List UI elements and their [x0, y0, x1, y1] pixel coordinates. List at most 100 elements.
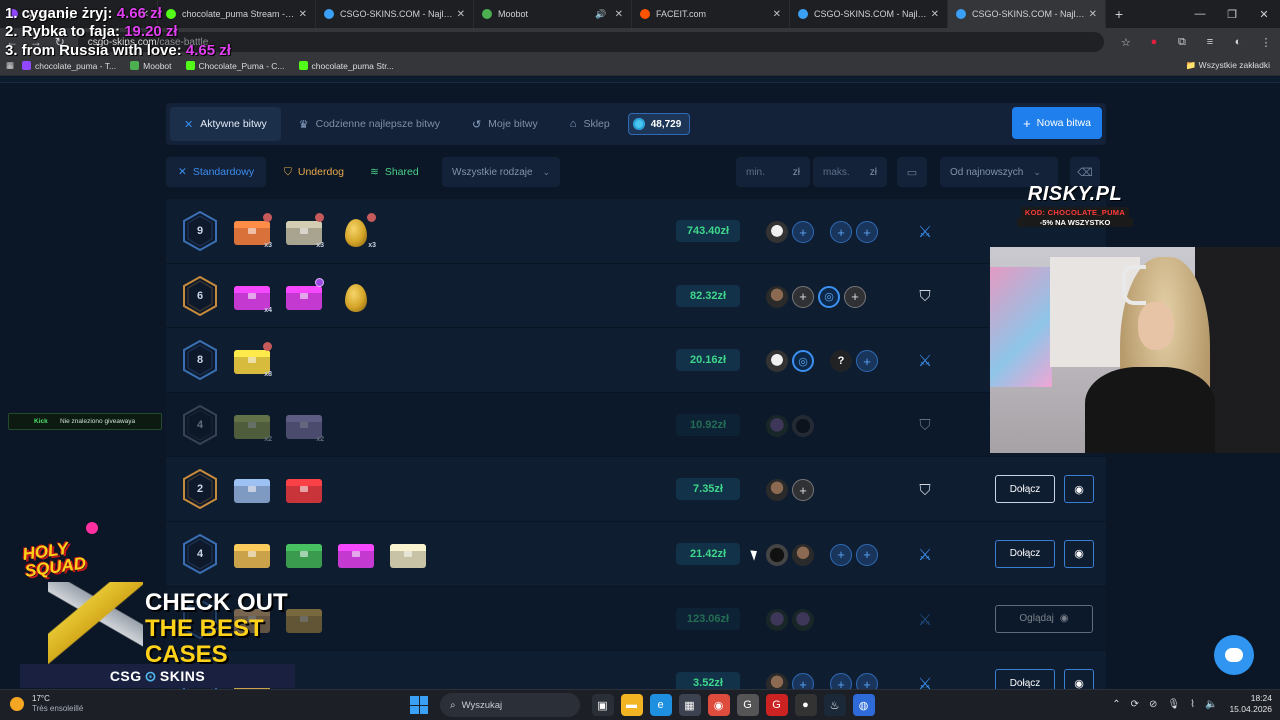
chrome-profile-3-icon[interactable]: G	[765, 694, 788, 716]
swords-mode-icon: ⚔	[917, 224, 933, 241]
bookmark-favicon-icon	[22, 61, 32, 70]
close-tab-icon[interactable]: ✕	[931, 9, 939, 20]
url-field[interactable]: csgo-skins.com/case-battle	[77, 32, 1104, 52]
mic-icon[interactable]: 🎙	[1167, 699, 1180, 710]
browser-tab[interactable]: chocolate_puma Stream - Watc ✕	[158, 0, 316, 28]
all-bookmarks[interactable]: 📁 Wszystkie zakładki	[1186, 60, 1270, 71]
extension-icon[interactable]: ●	[1140, 36, 1168, 49]
puzzle-icon[interactable]: ⧉	[1168, 36, 1196, 49]
bookmark-item[interactable]: Chocolate_Puma - C...	[185, 61, 285, 71]
close-tab-icon[interactable]: ✕	[299, 9, 307, 20]
restore-icon[interactable]: ❐	[1216, 8, 1248, 21]
close-tab-icon[interactable]: ✕	[615, 9, 623, 20]
taskbar-search[interactable]: ⌕ Wyszukaj	[440, 693, 580, 717]
filter-underdog[interactable]: ⛉ Underdog	[272, 157, 356, 187]
bot-slot-icon: ◎	[818, 285, 840, 308]
chrome-icon[interactable]: ◉	[707, 694, 730, 716]
tab-my-battles[interactable]: ↺ Moje bitwy	[458, 107, 552, 141]
app-icon[interactable]: ◍	[852, 694, 875, 716]
case-lid	[338, 543, 374, 551]
spectate-button[interactable]: ◉	[1064, 669, 1094, 689]
minimize-icon[interactable]: —	[1184, 8, 1216, 20]
close-tab-icon[interactable]: ✕	[773, 9, 781, 20]
weather-widget[interactable]: 17°C Très ensoleillé	[10, 694, 83, 714]
new-battle-button[interactable]: + Nowa bitwa	[1012, 107, 1102, 139]
clock[interactable]: 18:24 15.04.2026	[1229, 693, 1272, 715]
bookmark-item[interactable]: chocolate_puma Str...	[298, 61, 394, 71]
speaker-icon[interactable]: 🔊	[595, 9, 606, 20]
case-list	[232, 471, 336, 509]
min-price-field[interactable]: min. zł	[736, 157, 810, 187]
tray-chevron-icon[interactable]: ⌃	[1112, 699, 1120, 710]
browser-tab[interactable]: CSGO-SKINS.COM - Najlepsze ✕	[948, 0, 1106, 28]
tab-active-battles[interactable]: ✕ Aktywne bitwy	[170, 107, 281, 141]
edge-icon[interactable]: e	[649, 694, 672, 716]
join-slot-button[interactable]: +	[844, 285, 866, 308]
new-tab-icon[interactable]: +	[1106, 6, 1132, 22]
browser-tab[interactable]: CSGO-SKINS.COM - Najlepsze ✕	[316, 0, 474, 28]
case-badge-icon	[315, 213, 324, 222]
profile-icon[interactable]: ◐	[1224, 36, 1252, 49]
join-slot-button[interactable]: +	[830, 543, 852, 566]
join-slot-button[interactable]: +	[792, 285, 814, 308]
tab-daily-best-battles[interactable]: ♛ Codzienne najlepsze bitwy	[285, 107, 454, 141]
apps-icon[interactable]: ▦	[6, 60, 14, 71]
close-tab-icon[interactable]: ✕	[1089, 9, 1097, 20]
calendar-button[interactable]: ▭	[897, 157, 927, 187]
bookmark-star-icon[interactable]: ☆	[1112, 36, 1140, 49]
file-explorer-icon[interactable]: ▬	[620, 694, 643, 716]
case-list: x2 x2	[232, 407, 336, 445]
case-list: x4	[232, 277, 388, 316]
windows-start-icon[interactable]	[410, 696, 428, 714]
join-slot-button[interactable]: +	[856, 221, 878, 243]
browser-tab[interactable]: FACEIT.com ✕	[632, 0, 790, 28]
filter-shared[interactable]: ≋ Shared	[358, 157, 431, 187]
spectate-button[interactable]: ◉	[1064, 475, 1094, 504]
bookmark-item[interactable]: chocolate_puma - T...	[22, 61, 116, 71]
chrome-profile-2-icon[interactable]: G	[736, 694, 759, 716]
network-icon[interactable]: ⊘	[1149, 699, 1157, 710]
max-price-field[interactable]: maks. zł	[813, 157, 887, 187]
browser-tab[interactable]: CSGO-SKINS.COM - Najlepsze ✕	[790, 0, 948, 28]
join-slot-button[interactable]: +	[830, 221, 852, 243]
store-icon[interactable]: ▦	[678, 694, 701, 716]
join-slot-button[interactable]: +	[856, 543, 878, 566]
join-slot-button[interactable]: +	[792, 673, 814, 689]
obs-icon[interactable]: ●	[794, 694, 817, 716]
chat-support-button[interactable]	[1214, 635, 1254, 675]
join-button[interactable]: Dołącz	[995, 669, 1055, 689]
steam-icon[interactable]: ♨	[823, 694, 846, 716]
menu-dots-icon[interactable]: ⋮	[1252, 36, 1280, 49]
watch-label: Oglądaj	[1019, 613, 1054, 625]
balance-badge[interactable]: 48,729	[627, 113, 691, 135]
player-avatar	[766, 608, 788, 631]
tab-label: Moje bitwy	[488, 118, 538, 130]
join-slot-button[interactable]: +	[792, 221, 814, 243]
close-window-icon[interactable]: ✕	[1248, 8, 1280, 21]
tab-favicon-icon	[166, 9, 176, 19]
battle-row: 6 x4 82.32zł + ◎ + ⛉	[166, 263, 1106, 329]
task-view-icon[interactable]: ▣	[591, 694, 614, 716]
join-slot-button[interactable]: +	[792, 479, 814, 502]
bookmark-item[interactable]: Moobot	[130, 61, 172, 71]
join-slot-button[interactable]: +	[830, 673, 852, 689]
filter-standard[interactable]: ✕ Standardowy	[166, 157, 267, 187]
volume-icon[interactable]: 🔈	[1205, 699, 1217, 710]
watch-button[interactable]: Oglądaj ◉	[995, 604, 1093, 633]
spectate-button[interactable]: ◉	[1064, 539, 1094, 568]
join-button[interactable]: Dołącz	[995, 475, 1055, 504]
tab-favicon-icon	[956, 9, 966, 19]
sun-icon	[10, 697, 24, 711]
tab-shop[interactable]: ⌂ Sklep	[556, 107, 624, 141]
join-button[interactable]: Dołącz	[995, 539, 1055, 568]
sync-icon[interactable]: ⟳	[1131, 699, 1139, 710]
browser-tab[interactable]: Moobot 🔊 ✕	[474, 0, 632, 28]
join-slot-button[interactable]: +	[856, 350, 878, 373]
type-select[interactable]: Wszystkie rodzaje ⌄	[442, 157, 561, 187]
overlay-value: 4.65 zł	[185, 42, 231, 59]
wifi-icon[interactable]: ⌇	[1190, 699, 1195, 710]
close-tab-icon[interactable]: ✕	[457, 9, 465, 20]
media-icon[interactable]: ≡	[1196, 36, 1224, 49]
knife-image	[48, 582, 143, 672]
join-slot-button[interactable]: +	[856, 673, 878, 689]
